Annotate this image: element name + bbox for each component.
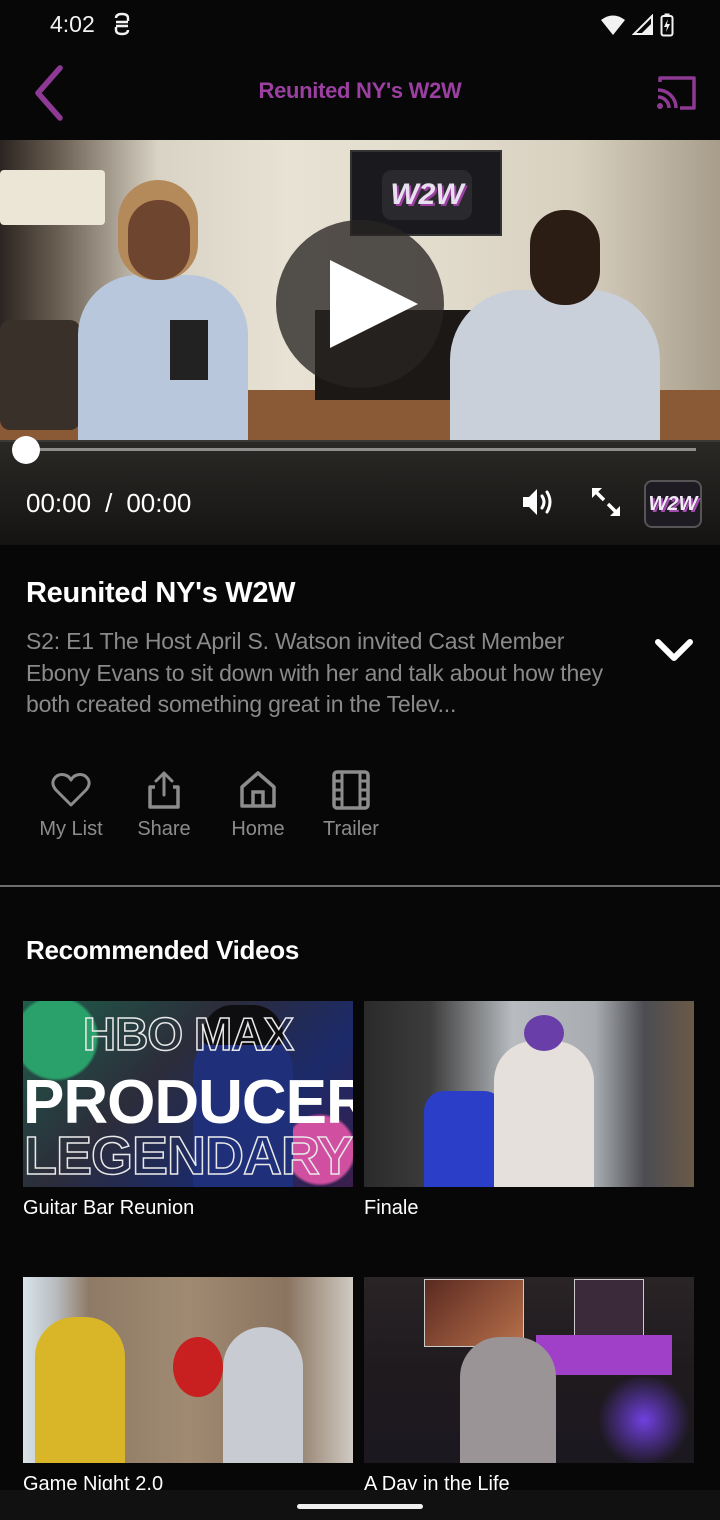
recommended-heading: Recommended Videos	[26, 935, 299, 965]
seek-bar[interactable]	[26, 448, 696, 451]
cast-icon	[654, 76, 700, 118]
trailer-button[interactable]: Trailer	[306, 770, 396, 841]
cell-signal-icon	[631, 13, 654, 41]
trailer-label: Trailer	[323, 818, 379, 840]
time-readout: 00:00 / 00:00	[26, 488, 191, 519]
home-gesture-handle[interactable]	[297, 1504, 423, 1509]
chevron-left-icon	[28, 65, 76, 126]
video-caption: Guitar Bar Reunion	[23, 1197, 195, 1219]
brand-logo: W2W	[644, 480, 702, 528]
wifi-icon	[600, 14, 626, 41]
seek-thumb[interactable]	[12, 436, 40, 464]
volume-icon	[520, 489, 556, 524]
home-button[interactable]: Home	[213, 770, 303, 841]
gesture-nav-bar	[0, 1490, 720, 1520]
status-icons	[600, 13, 674, 42]
share-icon	[119, 770, 209, 810]
section-divider	[0, 885, 720, 887]
scene-chair	[0, 320, 80, 430]
recommended-card[interactable]: Finale	[364, 1001, 694, 1219]
recommended-card[interactable]: Game Night 2.0	[23, 1277, 353, 1495]
fullscreen-button[interactable]	[588, 484, 624, 520]
video-title: Reunited NY's W2W	[26, 577, 296, 609]
scene-host	[78, 180, 248, 480]
play-button[interactable]	[276, 220, 444, 388]
video-thumbnail	[364, 1277, 694, 1463]
chevron-down-icon	[652, 639, 696, 671]
video-description: S2: E1 The Host April S. Watson invited …	[26, 628, 603, 717]
thumb-text: LEGENDARY	[23, 1125, 353, 1187]
time-separator: /	[105, 488, 113, 518]
share-button[interactable]: Share	[119, 770, 209, 841]
action-row: My List Share Home Trailer	[0, 770, 720, 850]
battery-charging-icon	[660, 13, 674, 42]
sync-icon	[112, 12, 132, 36]
my-list-button[interactable]: My List	[26, 770, 116, 841]
expand-description-button[interactable]	[652, 633, 696, 667]
heart-icon	[26, 770, 116, 810]
cast-button[interactable]	[654, 74, 700, 114]
recommended-card[interactable]: A Day in the Life	[364, 1277, 694, 1495]
video-thumbnail	[364, 1001, 694, 1187]
status-time: 4:02	[50, 11, 95, 37]
share-label: Share	[137, 818, 191, 840]
recommended-card[interactable]: HBO MAX PRODUCER LEGENDARY Guitar Bar Re…	[23, 1001, 353, 1219]
video-caption: Finale	[364, 1197, 419, 1219]
fullscreen-icon	[588, 488, 624, 524]
home-icon	[213, 770, 303, 810]
current-time: 00:00	[26, 488, 92, 518]
thumb-text: HBO MAX	[82, 1007, 295, 1061]
home-label: Home	[231, 818, 285, 840]
film-icon	[306, 770, 396, 810]
video-thumbnail	[23, 1277, 353, 1463]
app-bar: Reunited NY's W2W	[0, 52, 720, 140]
volume-button[interactable]	[520, 484, 556, 520]
video-thumbnail: HBO MAX PRODUCER LEGENDARY	[23, 1001, 353, 1187]
video-player[interactable]: W2W 00:00 / 00:00 W2W	[0, 140, 720, 545]
status-bar: 4:02	[0, 0, 720, 52]
duration: 00:00	[126, 488, 192, 518]
app-title: Reunited NY's W2W	[258, 78, 462, 103]
my-list-label: My List	[39, 818, 103, 840]
